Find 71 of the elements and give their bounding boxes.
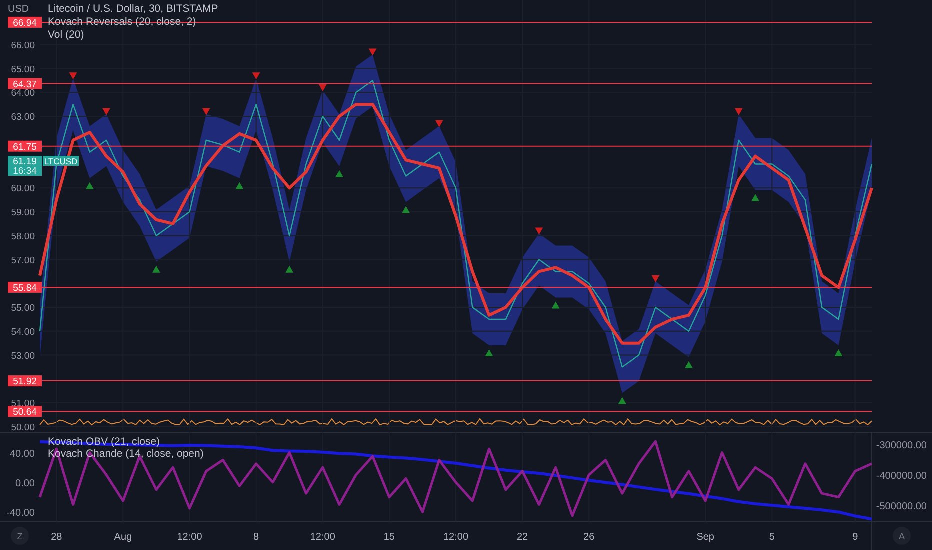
currency-label: USD: [8, 4, 30, 15]
down-triangle-marker: [318, 84, 327, 92]
price-axis-label: 64.00: [11, 88, 35, 100]
ref-line-label: 50.64: [13, 407, 37, 418]
time-axis-label: 5: [769, 532, 775, 543]
down-triangle-marker: [435, 120, 444, 128]
down-triangle-marker: [202, 108, 210, 116]
price-axis-label: 60.00: [11, 184, 35, 195]
time-axis-label: 12:00: [443, 532, 469, 543]
down-triangle-marker: [102, 108, 111, 116]
price-axis-label: 66.00: [11, 40, 35, 52]
up-triangle-marker: [152, 266, 160, 273]
down-triangle-marker: [535, 228, 544, 235]
axis-scale-button[interactable]: Z: [11, 527, 29, 545]
price-axis-label: 57.00: [11, 255, 35, 266]
down-triangle-marker: [252, 72, 260, 80]
up-triangle-marker: [236, 182, 244, 190]
price-axis-label: 55.00: [11, 303, 35, 314]
oscillator-axis-label: -40.00: [6, 508, 35, 520]
level-price-tag: 61.75: [8, 140, 42, 153]
ref-line-label: 51.92: [13, 376, 37, 388]
up-triangle-marker: [684, 361, 693, 368]
up-triangle-marker: [336, 170, 344, 178]
down-triangle-marker: [652, 276, 660, 283]
ref-line-label: 55.84: [13, 282, 37, 294]
oscillator-axis-label: 40.00: [10, 448, 35, 460]
symbol-tag: LTCUSD: [43, 156, 79, 166]
time-axis-label: Aug: [114, 532, 132, 543]
ref-line-label: 61.75: [13, 142, 37, 153]
up-triangle-marker: [485, 349, 494, 356]
time-axis-label: 12:00: [310, 532, 336, 543]
time-axis-label: 9: [852, 532, 858, 543]
current-price-tag: 61.19 16:34: [8, 156, 42, 177]
obv-axis-label: -400000.00: [876, 471, 927, 482]
legend-text: Litecoin / U.S. Dollar, 30, BITSTAMP: [48, 3, 218, 15]
time-axis-label: 28: [51, 532, 62, 543]
price-axis-label: 63.00: [11, 112, 35, 124]
price-axis-label: 59.00: [11, 208, 35, 219]
ref-line-label: 66.94: [13, 18, 37, 29]
up-triangle-marker: [834, 349, 843, 356]
oscillator-axis-label: 0.00: [16, 478, 35, 490]
time-axis-label: 22: [517, 532, 528, 543]
time-axis-label: 15: [384, 532, 395, 543]
up-triangle-marker: [86, 182, 94, 190]
time-axis-label: Sep: [696, 532, 714, 543]
level-price-tag: 66.94: [8, 16, 42, 29]
down-triangle-marker: [368, 48, 377, 56]
time-axis-label: 26: [584, 532, 595, 543]
time-axis-label: 8: [254, 532, 260, 543]
price-axis-label: 65.00: [11, 64, 35, 76]
legend-text: Vol (20): [48, 29, 84, 41]
up-triangle-marker: [402, 206, 410, 214]
price-axis-label: 53.00: [11, 350, 35, 362]
price-axis-label: 54.00: [11, 326, 35, 338]
level-price-tag: 64.37: [8, 78, 42, 90]
price-axis-label: 58.00: [11, 231, 35, 242]
obv-axis-label: -300000.00: [876, 440, 927, 452]
obv-axis-label: -500000.00: [876, 502, 927, 512]
time-axis-label: 12:00: [177, 532, 202, 543]
up-triangle-marker: [618, 397, 626, 404]
ref-line-label: 64.37: [13, 79, 37, 90]
up-triangle-marker: [752, 194, 760, 202]
level-price-tag: 50.64: [8, 406, 42, 418]
price-axis-label: 50.00: [11, 422, 35, 432]
down-triangle-marker: [69, 72, 78, 80]
up-triangle-marker: [552, 302, 560, 309]
level-price-tag: 55.84: [8, 282, 42, 294]
down-triangle-marker: [734, 108, 743, 116]
axis-scale-button[interactable]: A: [893, 527, 911, 545]
level-price-tag: 51.92: [8, 376, 42, 388]
up-triangle-marker: [286, 266, 294, 273]
